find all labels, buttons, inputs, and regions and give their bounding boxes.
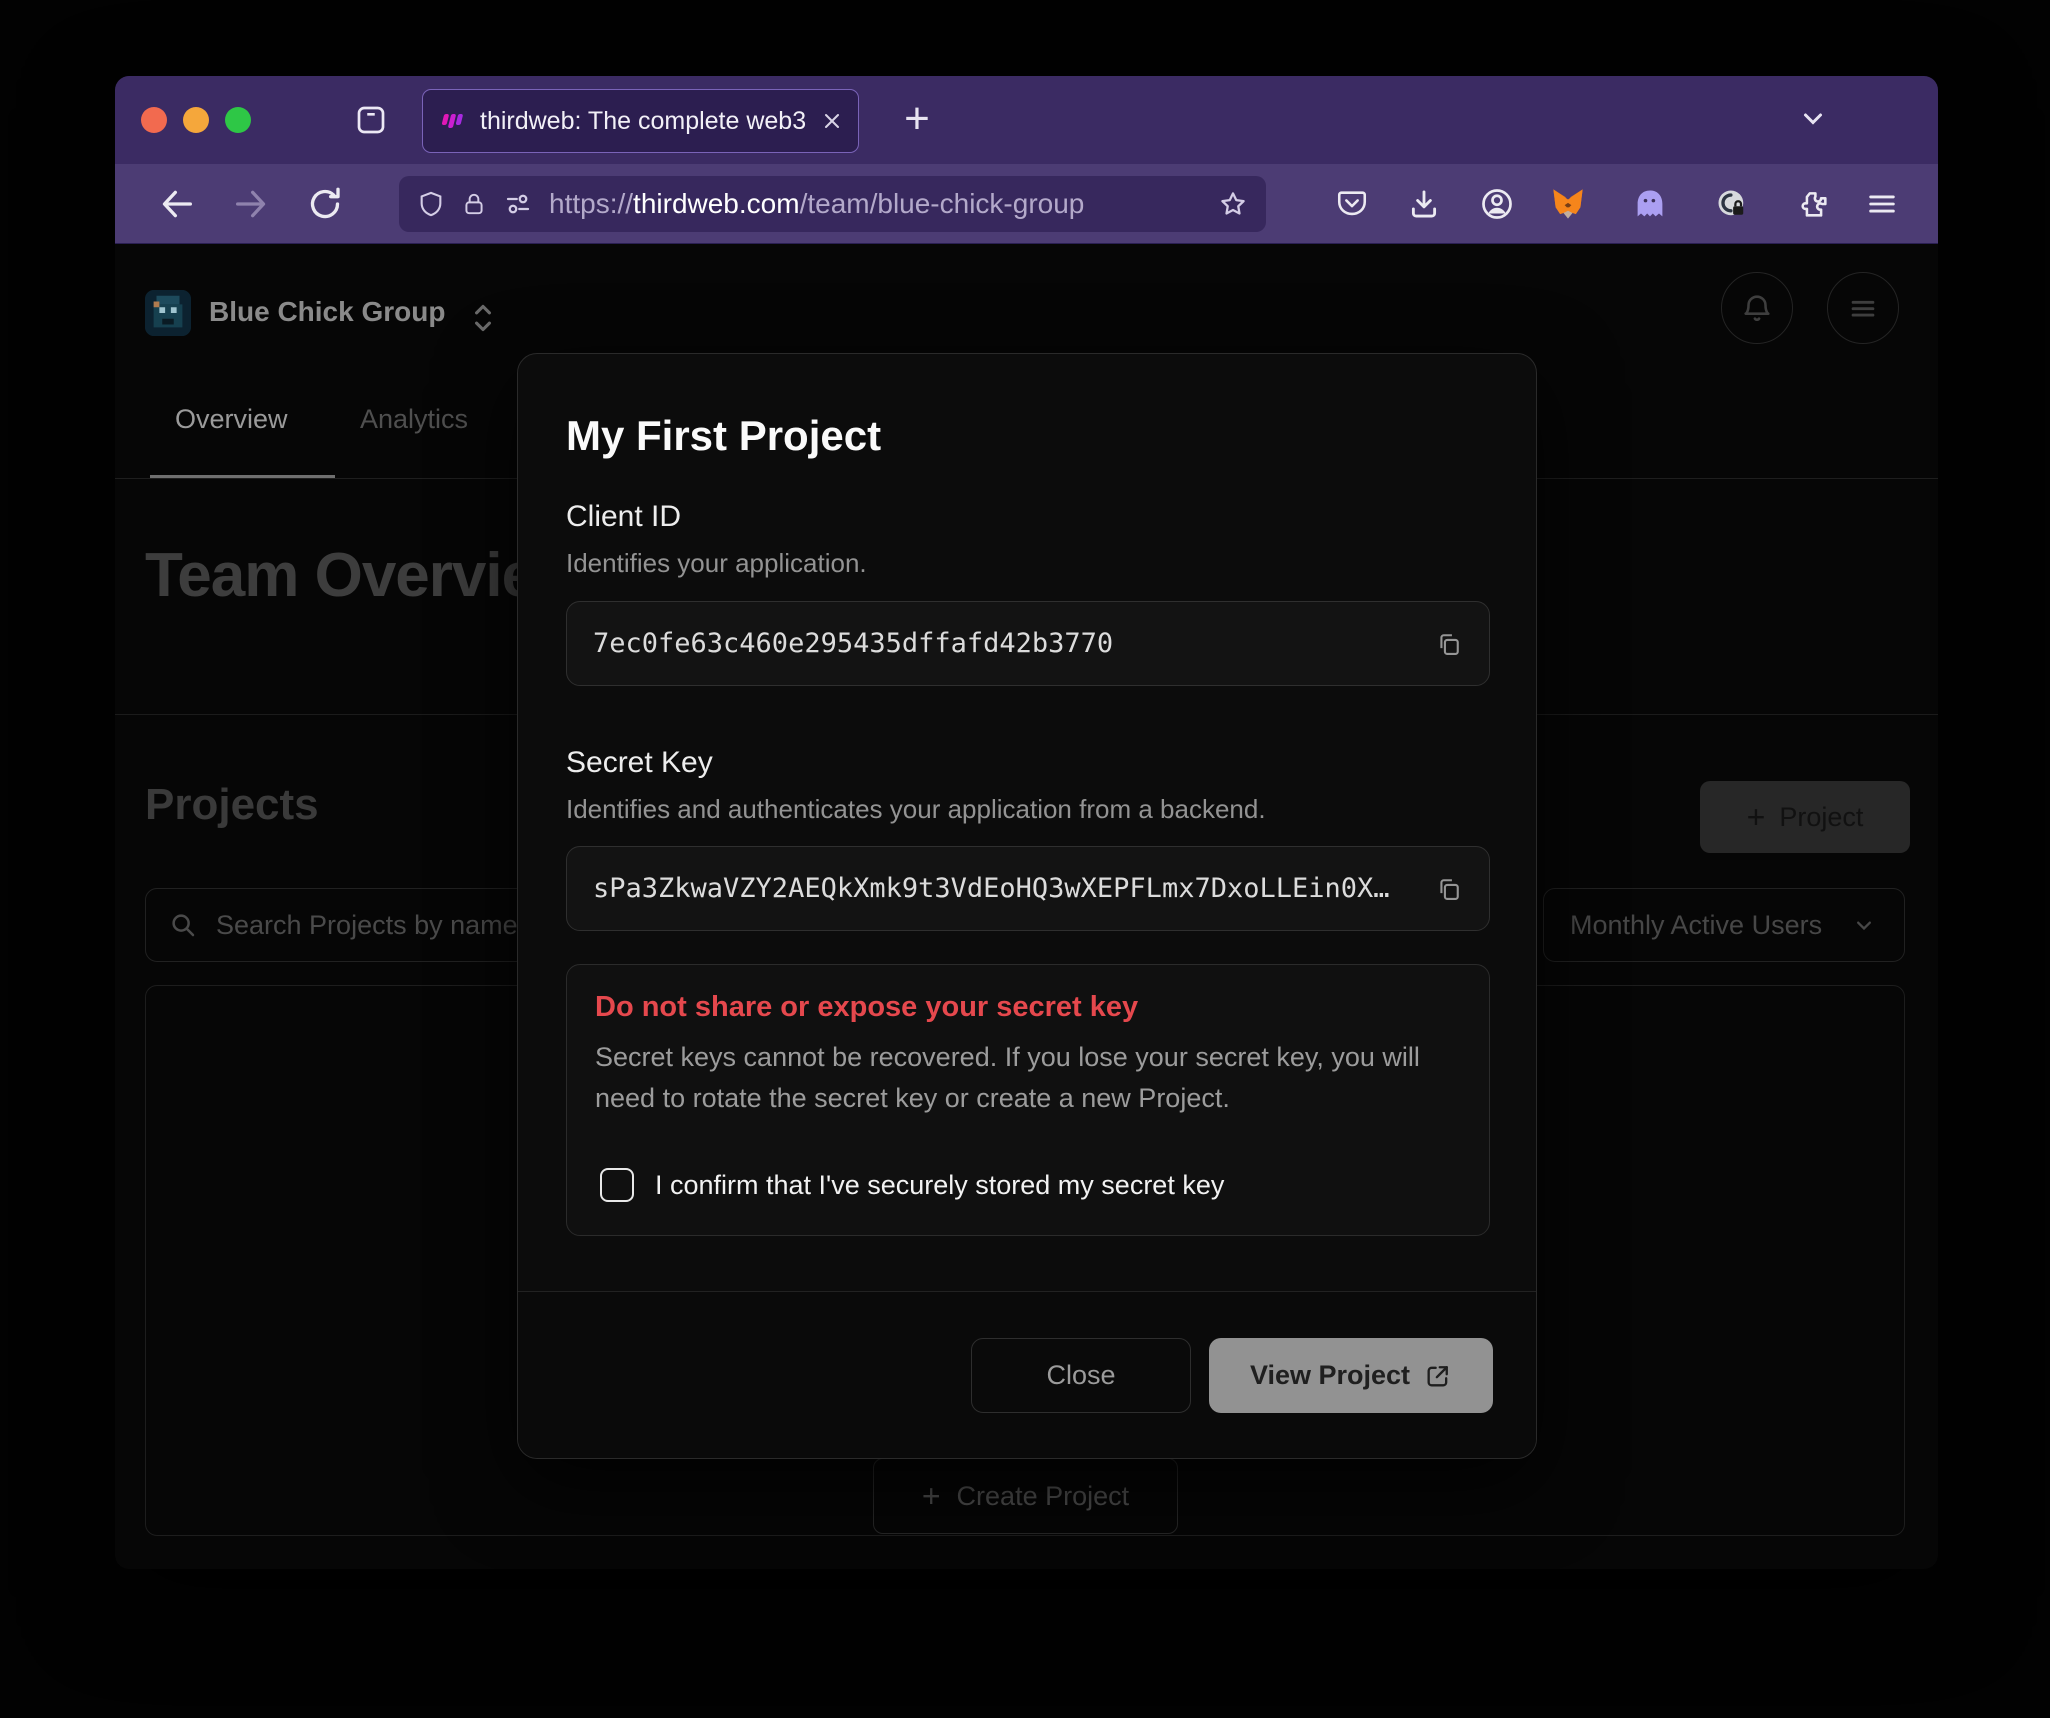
url-domain: thirdweb.com — [633, 188, 800, 219]
new-project-button[interactable]: + Project — [1700, 781, 1910, 853]
url-scheme: https:// — [549, 188, 633, 219]
metamask-icon[interactable] — [1549, 185, 1587, 223]
thirdweb-dashboard-page: Blue Chick Group Overview Analytics — [115, 244, 1938, 1569]
chevron-down-icon — [1850, 911, 1878, 939]
team-switcher-chevrons-icon[interactable] — [467, 300, 499, 336]
secret-key-value: sPa3ZkwaVZY2AEQkXmk9t3VdEoHQ3wXEPFLmx7Dx… — [593, 873, 1435, 904]
client-id-value: 7ec0fe63c460e295435dffafd42b3770 — [593, 628, 1435, 659]
warning-body: Secret keys cannot be recovered. If you … — [595, 1037, 1435, 1119]
tab-overview[interactable]: Overview — [175, 404, 288, 435]
confirm-checkbox[interactable] — [600, 1168, 634, 1202]
new-tab-button[interactable]: + — [890, 90, 944, 148]
url-path: /team/blue-chick-group — [800, 188, 1085, 219]
phantom-icon[interactable] — [1631, 185, 1669, 223]
client-id-field[interactable]: 7ec0fe63c460e295435dffafd42b3770 — [566, 601, 1490, 686]
view-project-button[interactable]: View Project — [1209, 1338, 1493, 1413]
bookmark-star-icon[interactable] — [1218, 189, 1248, 219]
url-text: https://thirdweb.com/team/blue-chick-gro… — [549, 188, 1084, 220]
dialog-title: My First Project — [566, 412, 881, 460]
view-project-label: View Project — [1250, 1360, 1410, 1391]
forward-icon[interactable] — [231, 184, 271, 224]
plus-icon: + — [1747, 799, 1766, 836]
browser-window: thirdweb: The complete web3 de + — [115, 76, 1938, 1569]
reload-icon[interactable] — [305, 184, 345, 224]
projects-heading: Projects — [145, 780, 319, 830]
tab-analytics[interactable]: Analytics — [360, 404, 468, 435]
secret-key-warning-card: Do not share or expose your secret key S… — [566, 964, 1490, 1236]
window-zoom-button[interactable] — [225, 107, 251, 133]
sort-select[interactable]: Monthly Active Users — [1543, 888, 1905, 962]
copy-secret-key-icon[interactable] — [1435, 875, 1463, 903]
close-button-label: Close — [1046, 1360, 1115, 1391]
desktop-background: thirdweb: The complete web3 de + — [0, 0, 2050, 1718]
sort-select-value: Monthly Active Users — [1570, 910, 1822, 941]
dashboard-menu-button[interactable] — [1827, 272, 1899, 344]
secret-key-field[interactable]: sPa3ZkwaVZY2AEQkXmk9t3VdEoHQ3wXEPFLmx7Dx… — [566, 846, 1490, 931]
secret-key-description: Identifies and authenticates your applic… — [566, 794, 1266, 825]
warning-title: Do not share or expose your secret key — [595, 991, 1138, 1024]
tracking-protection-shield-icon[interactable] — [417, 190, 445, 218]
external-link-icon — [1424, 1362, 1452, 1390]
create-project-label: Create Project — [957, 1481, 1130, 1512]
team-avatar[interactable] — [145, 290, 191, 336]
create-project-button[interactable]: + Create Project — [873, 1458, 1178, 1534]
confirm-checkbox-label[interactable]: I confirm that I've securely stored my s… — [655, 1170, 1224, 1201]
pocket-icon[interactable] — [1333, 185, 1371, 223]
firefox-view-icon[interactable] — [353, 102, 389, 138]
search-icon — [168, 910, 198, 940]
tab-title: thirdweb: The complete web3 de — [480, 107, 809, 136]
back-icon[interactable] — [157, 184, 197, 224]
permissions-icon[interactable] — [503, 189, 533, 219]
window-minimize-button[interactable] — [183, 107, 209, 133]
notifications-bell-button[interactable] — [1721, 272, 1793, 344]
close-button[interactable]: Close — [971, 1338, 1191, 1413]
menu-hamburger-icon[interactable] — [1863, 185, 1901, 223]
downloads-icon[interactable] — [1405, 185, 1443, 223]
window-close-button[interactable] — [141, 107, 167, 133]
secret-key-label: Secret Key — [566, 746, 713, 780]
copy-client-id-icon[interactable] — [1435, 630, 1463, 658]
client-id-description: Identifies your application. — [566, 548, 867, 579]
tab-close-icon[interactable] — [822, 111, 842, 131]
privacy-lock-icon[interactable] — [1713, 185, 1751, 223]
thirdweb-favicon-icon — [439, 107, 467, 135]
new-project-label: Project — [1779, 802, 1863, 833]
plus-icon: + — [922, 1478, 941, 1515]
browser-tab-bar: thirdweb: The complete web3 de + — [115, 76, 1938, 164]
dialog-footer: Close View Project — [518, 1291, 1536, 1458]
connection-lock-icon[interactable] — [461, 191, 487, 217]
browser-tab[interactable]: thirdweb: The complete web3 de — [422, 89, 859, 153]
list-tabs-chevron-icon[interactable] — [1795, 100, 1831, 136]
project-details-dialog: My First Project Client ID Identifies yo… — [517, 353, 1537, 1459]
address-bar[interactable]: https://thirdweb.com/team/blue-chick-gro… — [399, 176, 1266, 232]
extensions-puzzle-icon[interactable] — [1795, 185, 1833, 223]
account-icon[interactable] — [1478, 185, 1516, 223]
browser-toolbar: https://thirdweb.com/team/blue-chick-gro… — [115, 164, 1938, 244]
team-name[interactable]: Blue Chick Group — [209, 296, 445, 328]
client-id-label: Client ID — [566, 500, 681, 534]
